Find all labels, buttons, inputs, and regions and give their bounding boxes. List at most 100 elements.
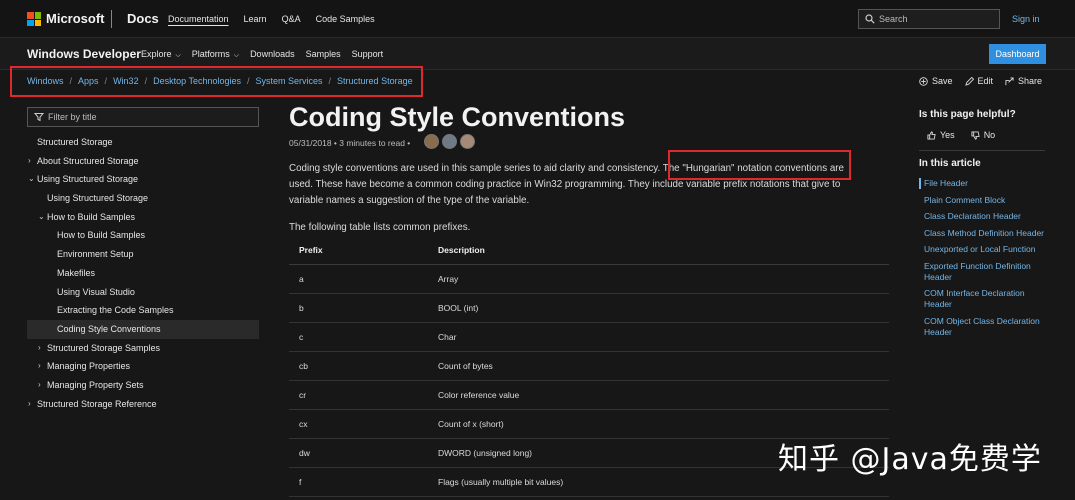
avatar[interactable] <box>424 134 439 149</box>
table-of-contents: Structured Storage › About Structured Sto… <box>27 133 259 413</box>
toc-label: Managing Properties <box>47 361 131 372</box>
intro-text: Coding style conventions are used in thi… <box>289 163 661 174</box>
chevron-down-icon: ⌵ <box>173 52 181 59</box>
yes-label: Yes <box>940 130 955 140</box>
prefix-cell: cb <box>289 351 438 381</box>
toc-item[interactable]: Using Structured Storage <box>27 189 259 208</box>
toc-item[interactable]: Makefiles <box>27 264 259 283</box>
feedback-buttons: Yes No <box>927 130 995 140</box>
nav-explore[interactable]: Explore ⌵ <box>141 49 181 60</box>
prefix-cell: cr <box>289 380 438 410</box>
article-link[interactable]: Exported Function Definition Header <box>919 261 1049 283</box>
page-actions: Save Edit Share <box>919 76 1042 86</box>
avatar[interactable] <box>460 134 475 149</box>
prefix-cell: b <box>289 293 438 323</box>
nav-code-samples[interactable]: Code Samples <box>316 14 375 24</box>
article-link[interactable]: Unexported or Local Function <box>919 244 1049 255</box>
no-label: No <box>983 130 996 140</box>
toc-item[interactable]: ⌄ How to Build Samples <box>27 208 259 227</box>
toc-item[interactable]: › Managing Property Sets <box>27 376 259 395</box>
toc-label: Using Structured Storage <box>47 193 149 204</box>
nav-learn[interactable]: Learn <box>244 14 267 24</box>
toc-item[interactable]: › Managing Properties <box>27 357 259 376</box>
nav-platforms-label: Platforms <box>191 49 230 59</box>
nav-downloads[interactable]: Downloads <box>250 49 295 60</box>
nav-explore-label: Explore <box>141 49 172 59</box>
toc-label: Makefiles <box>57 267 96 278</box>
toc-item[interactable]: ⌄ Using Structured Storage <box>27 170 259 189</box>
description-cell: Count of bytes <box>438 351 889 381</box>
chevron-right-icon: › <box>28 398 31 408</box>
toc-label: Using Visual Studio <box>57 286 135 297</box>
nav-support[interactable]: Support <box>352 49 384 60</box>
chevron-down-icon: ⌄ <box>38 211 45 221</box>
docs-link[interactable]: Docs <box>127 11 159 26</box>
edit-button[interactable]: Edit <box>964 76 993 86</box>
yes-button[interactable]: Yes <box>927 130 955 140</box>
filter-input[interactable]: Filter by title <box>27 107 259 127</box>
in-this-article-heading: In this article <box>919 158 981 169</box>
description-cell: Color reference value <box>438 380 889 410</box>
developer-nav: Explore ⌵ Platforms ⌵ Downloads Samples … <box>141 49 383 60</box>
nav-platforms[interactable]: Platforms ⌵ <box>192 49 239 60</box>
table-row: c Char <box>289 322 889 352</box>
divider <box>919 150 1045 151</box>
no-button[interactable]: No <box>971 130 996 140</box>
toc-item[interactable]: Environment Setup <box>27 245 259 264</box>
column-header-prefix: Prefix <box>289 237 438 265</box>
chevron-down-icon: ⌄ <box>28 174 35 184</box>
article-link[interactable]: COM Object Class Declaration Header <box>919 316 1049 338</box>
dashboard-button[interactable]: Dashboard <box>989 44 1046 64</box>
nav-qa[interactable]: Q&A <box>282 14 301 24</box>
top-bar: Microsoft Docs Documentation Learn Q&A C… <box>0 0 1075 38</box>
table-row: b BOOL (int) <box>289 293 889 323</box>
table-row: a Array <box>289 264 889 294</box>
chevron-right-icon: › <box>28 155 31 165</box>
in-article-nav: File Header Plain Comment Block Class De… <box>919 178 1049 343</box>
nav-samples[interactable]: Samples <box>306 49 341 60</box>
toc-label: Structured Storage Samples <box>47 342 161 353</box>
search-input[interactable]: Search <box>858 9 1000 29</box>
save-label: Save <box>932 76 953 86</box>
breadcrumb-highlight-box <box>10 66 423 97</box>
article-link[interactable]: Class Method Definition Header <box>919 228 1049 239</box>
toc-item[interactable]: Extracting the Code Samples <box>27 301 259 320</box>
toc-item[interactable]: › About Structured Storage <box>27 152 259 171</box>
contributors <box>424 134 475 149</box>
toc-item[interactable]: › Structured Storage Reference <box>27 395 259 414</box>
toc-label: Extracting the Code Samples <box>57 305 174 316</box>
toc-item[interactable]: › Structured Storage Samples <box>27 339 259 358</box>
filter-icon <box>34 113 44 122</box>
toc-item-selected[interactable]: Coding Style Conventions <box>27 319 259 339</box>
developer-title[interactable]: Windows Developer <box>27 47 141 61</box>
brand-name[interactable]: Microsoft <box>46 11 105 26</box>
toc-label: How to Build Samples <box>57 230 146 241</box>
share-button[interactable]: Share <box>1005 76 1042 86</box>
table-row: cb Count of bytes <box>289 351 889 381</box>
share-label: Share <box>1018 76 1043 86</box>
plus-circle-icon <box>919 77 928 86</box>
article-link[interactable]: COM Interface Declaration Header <box>919 288 1049 310</box>
watermark: 知乎 @Java免费学 <box>778 442 1042 477</box>
avatar[interactable] <box>442 134 457 149</box>
toc-label: Using Structured Storage <box>37 174 139 185</box>
prefix-cell: a <box>289 264 438 294</box>
search-icon <box>865 14 875 24</box>
feedback-heading: Is this page helpful? <box>919 109 1016 120</box>
toc-item[interactable]: Using Visual Studio <box>27 283 259 302</box>
toc-item[interactable]: How to Build Samples <box>27 226 259 245</box>
save-button[interactable]: Save <box>919 76 953 86</box>
description-cell: Char <box>438 322 889 352</box>
toc-label: About Structured Storage <box>37 155 139 166</box>
toc-label: How to Build Samples <box>47 211 136 222</box>
table-row: cr Color reference value <box>289 380 889 410</box>
sign-in-link[interactable]: Sign in <box>1012 14 1040 24</box>
article-link-current[interactable]: File Header <box>919 178 1049 189</box>
article-link[interactable]: Class Declaration Header <box>919 211 1049 222</box>
toc-item[interactable]: Structured Storage <box>27 133 259 152</box>
nav-documentation[interactable]: Documentation <box>168 14 229 24</box>
microsoft-logo-icon[interactable] <box>27 12 41 26</box>
chevron-down-icon: ⌵ <box>231 52 240 59</box>
article-link[interactable]: Plain Comment Block <box>919 195 1049 206</box>
chevron-right-icon: › <box>38 342 41 352</box>
